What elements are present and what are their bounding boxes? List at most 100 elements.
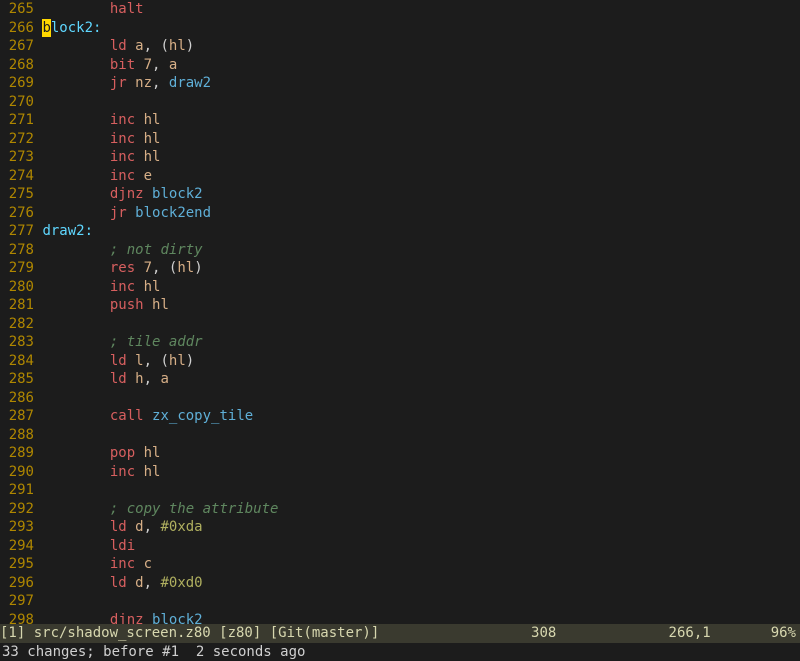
code-content: ld d, #0xd0 (42, 574, 202, 593)
code-line[interactable]: 281 push hl (0, 296, 800, 315)
status-cursor-pos: 266,1 (669, 624, 771, 643)
code-content: jr nz, draw2 (42, 74, 211, 93)
code-editor[interactable]: 265 halt266 block2:267 ld a, (hl)268 bit… (0, 0, 800, 648)
line-number: 283 (0, 333, 34, 352)
code-line[interactable]: 274 inc e (0, 167, 800, 186)
code-content: ldi (42, 537, 135, 556)
line-number: 277 (0, 222, 34, 241)
code-line[interactable]: 285 ld h, a (0, 370, 800, 389)
line-number: 272 (0, 130, 34, 149)
line-number: 279 (0, 259, 34, 278)
code-line[interactable]: 289 pop hl (0, 444, 800, 463)
code-content: ld a, (hl) (42, 37, 194, 56)
message-text: 33 changes; before #1 2 seconds ago (2, 643, 305, 661)
line-number: 297 (0, 592, 34, 611)
line-number: 278 (0, 241, 34, 260)
status-file: [1] src/shadow_screen.z80 [z80] [Git(mas… (0, 624, 379, 643)
code-line[interactable]: 269 jr nz, draw2 (0, 74, 800, 93)
message-bar: 33 changes; before #1 2 seconds ago (0, 643, 800, 661)
line-number: 285 (0, 370, 34, 389)
code-line[interactable]: 292 ; copy the attribute (0, 500, 800, 519)
code-line[interactable]: 267 ld a, (hl) (0, 37, 800, 56)
code-line[interactable]: 295 inc c (0, 555, 800, 574)
code-content: djnz block2 (42, 185, 202, 204)
code-line[interactable]: 279 res 7, (hl) (0, 259, 800, 278)
code-line[interactable]: 288 (0, 426, 800, 445)
code-line[interactable]: 280 inc hl (0, 278, 800, 297)
line-number: 269 (0, 74, 34, 93)
code-line[interactable]: 296 ld d, #0xd0 (0, 574, 800, 593)
code-content: inc hl (42, 278, 160, 297)
code-content: block2: (42, 19, 101, 38)
line-number: 281 (0, 296, 34, 315)
code-content: inc hl (42, 111, 160, 130)
line-number: 271 (0, 111, 34, 130)
line-number: 274 (0, 167, 34, 186)
line-number: 287 (0, 407, 34, 426)
code-line[interactable]: 282 (0, 315, 800, 334)
code-content: halt (42, 0, 143, 19)
line-number: 268 (0, 56, 34, 75)
line-number: 267 (0, 37, 34, 56)
line-number: 273 (0, 148, 34, 167)
cursor: b (42, 19, 50, 38)
code-line[interactable]: 286 (0, 389, 800, 408)
code-content: jr block2end (42, 204, 211, 223)
code-content: res 7, (hl) (42, 259, 202, 278)
code-content: pop hl (42, 444, 160, 463)
code-line[interactable]: 276 jr block2end (0, 204, 800, 223)
code-content: ld h, a (42, 370, 168, 389)
code-line[interactable]: 271 inc hl (0, 111, 800, 130)
line-number: 290 (0, 463, 34, 482)
code-line[interactable]: 273 inc hl (0, 148, 800, 167)
code-content: draw2: (42, 222, 93, 241)
line-number: 266 (0, 19, 34, 38)
code-content: ld d, #0xda (42, 518, 202, 537)
code-line[interactable]: 270 (0, 93, 800, 112)
code-line[interactable]: 277 draw2: (0, 222, 800, 241)
code-content: inc hl (42, 148, 160, 167)
line-number: 293 (0, 518, 34, 537)
code-line[interactable]: 278 ; not dirty (0, 241, 800, 260)
code-content: push hl (42, 296, 168, 315)
line-number: 280 (0, 278, 34, 297)
code-content: inc hl (42, 130, 160, 149)
code-content: ; copy the attribute (42, 500, 278, 519)
code-line[interactable]: 265 halt (0, 0, 800, 19)
status-bar: [1] src/shadow_screen.z80 [z80] [Git(mas… (0, 624, 800, 643)
line-number: 294 (0, 537, 34, 556)
code-content: inc hl (42, 463, 160, 482)
line-number: 295 (0, 555, 34, 574)
status-lines: 308 (531, 624, 556, 643)
code-line[interactable]: 290 inc hl (0, 463, 800, 482)
code-content: inc e (42, 167, 152, 186)
line-number: 276 (0, 204, 34, 223)
code-line[interactable]: 284 ld l, (hl) (0, 352, 800, 371)
line-number: 284 (0, 352, 34, 371)
line-number: 296 (0, 574, 34, 593)
code-line[interactable]: 283 ; tile addr (0, 333, 800, 352)
code-line[interactable]: 297 (0, 592, 800, 611)
code-line[interactable]: 293 ld d, #0xda (0, 518, 800, 537)
code-content: ; tile addr (42, 333, 202, 352)
line-number: 292 (0, 500, 34, 519)
code-line[interactable]: 291 (0, 481, 800, 500)
code-line[interactable]: 294 ldi (0, 537, 800, 556)
code-line[interactable]: 275 djnz block2 (0, 185, 800, 204)
line-number: 270 (0, 93, 34, 112)
line-number: 282 (0, 315, 34, 334)
code-content: call zx_copy_tile (42, 407, 253, 426)
code-content: ; not dirty (42, 241, 202, 260)
code-content: bit 7, a (42, 56, 177, 75)
code-line[interactable]: 266 block2: (0, 19, 800, 38)
line-number: 288 (0, 426, 34, 445)
code-line[interactable]: 287 call zx_copy_tile (0, 407, 800, 426)
code-content: ld l, (hl) (42, 352, 194, 371)
line-number: 286 (0, 389, 34, 408)
line-number: 275 (0, 185, 34, 204)
code-content: inc c (42, 555, 152, 574)
code-line[interactable]: 272 inc hl (0, 130, 800, 149)
line-number: 289 (0, 444, 34, 463)
status-scroll-pct: 96% (771, 624, 800, 643)
code-line[interactable]: 268 bit 7, a (0, 56, 800, 75)
